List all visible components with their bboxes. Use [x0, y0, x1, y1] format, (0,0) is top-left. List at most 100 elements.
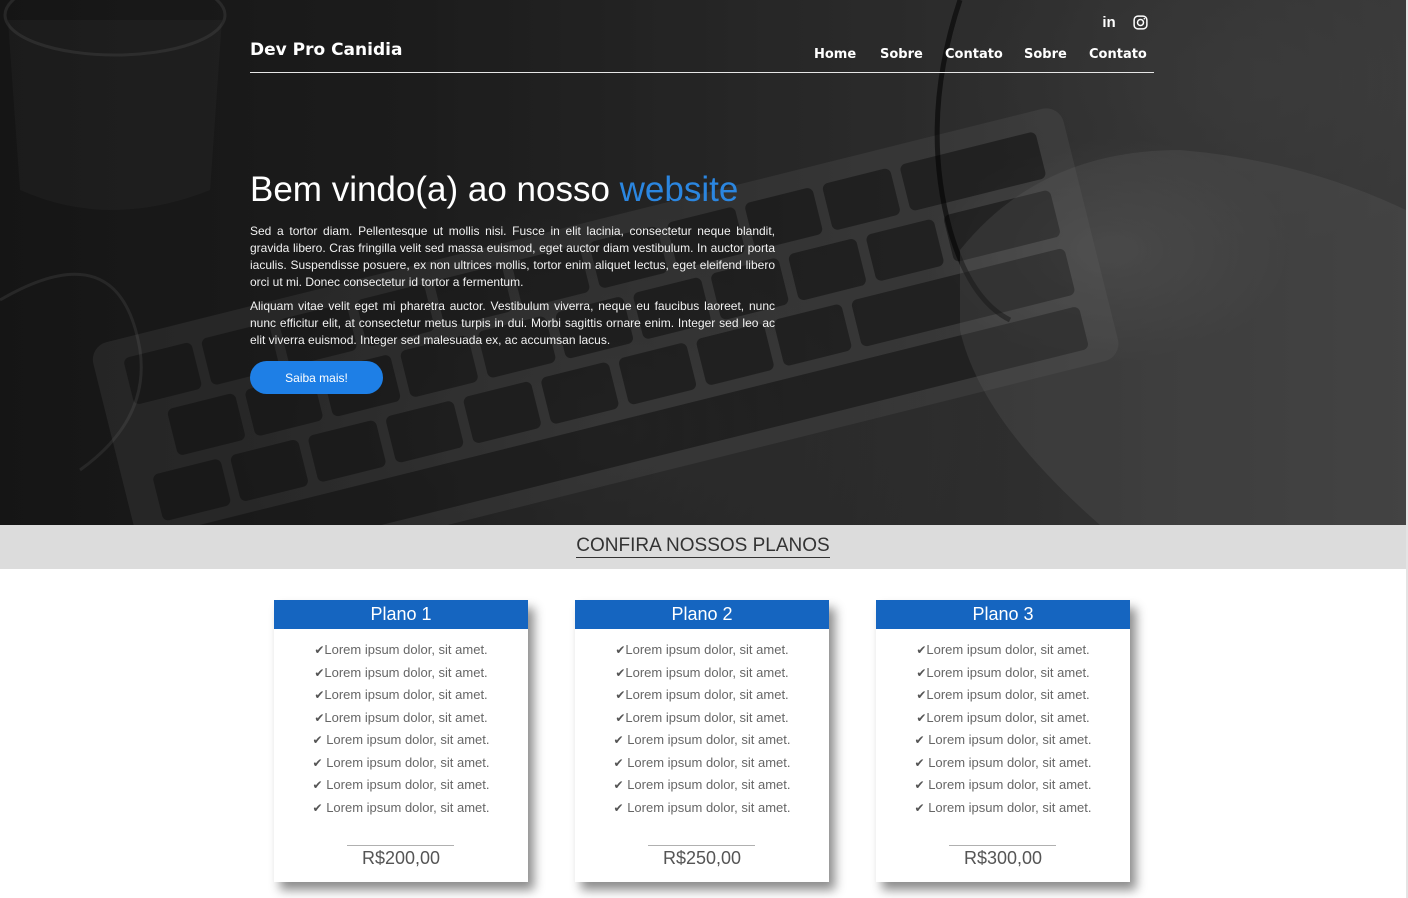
feature-text: Lorem ipsum dolor, sit amet. — [926, 709, 1090, 725]
price-divider — [347, 845, 454, 846]
brand-logo[interactable]: Dev Pro Canidia — [250, 40, 402, 60]
plan-feature: ✔ Lorem ipsum dolor, sit amet. — [876, 798, 1130, 821]
feature-text: Lorem ipsum dolor, sit amet. — [623, 777, 791, 792]
check-icon: ✔ — [314, 665, 325, 680]
feature-text: Lorem ipsum dolor, sit amet. — [324, 664, 488, 680]
plan-feature: ✔Lorem ipsum dolor, sit amet. — [575, 663, 829, 686]
check-icon: ✔ — [613, 755, 624, 770]
plan-feature: ✔Lorem ipsum dolor, sit amet. — [876, 685, 1130, 708]
plan-feature: ✔Lorem ipsum dolor, sit amet. — [274, 685, 528, 708]
feature-text: Lorem ipsum dolor, sit amet. — [625, 687, 789, 702]
feature-text: Lorem ipsum dolor, sit amet. — [924, 777, 1092, 792]
hero-title-accent: website — [619, 170, 739, 209]
plan-feature: ✔ Lorem ipsum dolor, sit amet. — [274, 798, 528, 821]
plan-feature: ✔Lorem ipsum dolor, sit amet. — [274, 663, 528, 686]
feature-text: Lorem ipsum dolor, sit amet. — [322, 754, 490, 770]
feature-text: Lorem ipsum dolor, sit amet. — [926, 687, 1090, 702]
check-icon: ✔ — [914, 800, 925, 815]
check-icon: ✔ — [613, 800, 624, 815]
instagram-icon[interactable] — [1130, 12, 1150, 32]
hero-title-main: Bem vindo(a) ao nosso — [250, 170, 620, 209]
feature-text: Lorem ipsum dolor, sit amet. — [926, 642, 1090, 657]
plan-feature: ✔ Lorem ipsum dolor, sit amet. — [575, 753, 829, 776]
plan-feature-list: ✔Lorem ipsum dolor, sit amet. ✔Lorem ips… — [575, 640, 829, 820]
nav-sobre[interactable]: Sobre — [880, 47, 923, 62]
check-icon: ✔ — [312, 733, 323, 747]
feature-text: Lorem ipsum dolor, sit amet. — [625, 664, 789, 680]
feature-text: Lorem ipsum dolor, sit amet. — [924, 754, 1092, 770]
check-icon: ✔ — [314, 643, 325, 657]
check-icon: ✔ — [914, 733, 925, 747]
check-icon: ✔ — [615, 710, 626, 725]
plan-card-2: Plano 2 ✔Lorem ipsum dolor, sit amet. ✔L… — [575, 600, 829, 882]
plan-card-header: Plano 3 — [876, 600, 1130, 629]
plans-title: CONFIRA NOSSOS PLANOS — [0, 535, 1406, 558]
check-icon: ✔ — [916, 665, 927, 680]
check-icon: ✔ — [916, 710, 927, 725]
plan-feature: ✔ Lorem ipsum dolor, sit amet. — [876, 753, 1130, 776]
feature-text: Lorem ipsum dolor, sit amet. — [623, 732, 791, 747]
plan-card-header: Plano 1 — [274, 600, 528, 629]
nav-sobre-2[interactable]: Sobre — [1024, 47, 1067, 62]
plan-feature: ✔ Lorem ipsum dolor, sit amet. — [575, 775, 829, 798]
check-icon: ✔ — [615, 688, 626, 702]
check-icon: ✔ — [615, 643, 626, 657]
plans-title-text: CONFIRA NOSSOS PLANOS — [576, 535, 830, 558]
plan-price: R$200,00 — [361, 848, 441, 868]
plan-feature: ✔ Lorem ipsum dolor, sit amet. — [274, 753, 528, 776]
plan-feature: ✔ Lorem ipsum dolor, sit amet. — [575, 730, 829, 753]
check-icon: ✔ — [615, 665, 626, 680]
feature-text: Lorem ipsum dolor, sit amet. — [926, 664, 1090, 680]
plan-feature: ✔Lorem ipsum dolor, sit amet. — [575, 640, 829, 663]
feature-text: Lorem ipsum dolor, sit amet. — [625, 642, 789, 657]
plan-feature-list: ✔Lorem ipsum dolor, sit amet. ✔Lorem ips… — [876, 640, 1130, 820]
check-icon: ✔ — [916, 643, 927, 657]
header-divider — [250, 72, 1154, 73]
feature-text: Lorem ipsum dolor, sit amet. — [623, 799, 791, 815]
plan-feature: ✔Lorem ipsum dolor, sit amet. — [876, 708, 1130, 731]
check-icon: ✔ — [914, 778, 925, 792]
check-icon: ✔ — [312, 800, 323, 815]
plan-feature: ✔ Lorem ipsum dolor, sit amet. — [274, 730, 528, 753]
plan-feature: ✔ Lorem ipsum dolor, sit amet. — [876, 730, 1130, 753]
nav-contato-2[interactable]: Contato — [1089, 47, 1147, 62]
plan-feature: ✔Lorem ipsum dolor, sit amet. — [274, 708, 528, 731]
feature-text: Lorem ipsum dolor, sit amet. — [324, 687, 488, 702]
saiba-mais-button[interactable]: Saiba mais! — [250, 361, 383, 394]
instagram-glyph — [1132, 14, 1148, 30]
plan-feature: ✔ Lorem ipsum dolor, sit amet. — [274, 775, 528, 798]
linkedin-icon[interactable]: in — [1099, 12, 1119, 32]
check-icon: ✔ — [314, 710, 325, 725]
plan-card-3: Plano 3 ✔Lorem ipsum dolor, sit amet. ✔L… — [876, 600, 1130, 882]
hero-section: Dev Pro Canidia in Home Sobre Contato So… — [0, 0, 1406, 525]
hero-paragraph-1: Sed a tortor diam. Pellentesque ut molli… — [250, 224, 775, 289]
nav-home[interactable]: Home — [814, 47, 856, 62]
feature-text: Lorem ipsum dolor, sit amet. — [924, 732, 1092, 747]
feature-text: Lorem ipsum dolor, sit amet. — [322, 799, 490, 815]
plans-band: CONFIRA NOSSOS PLANOS — [0, 525, 1406, 569]
hero-paragraph-2: Aliquam vitae velit eget mi pharetra auc… — [250, 299, 775, 347]
check-icon: ✔ — [916, 688, 927, 702]
check-icon: ✔ — [914, 755, 925, 770]
feature-text: Lorem ipsum dolor, sit amet. — [625, 709, 789, 725]
plan-feature: ✔Lorem ipsum dolor, sit amet. — [274, 640, 528, 663]
feature-text: Lorem ipsum dolor, sit amet. — [324, 642, 488, 657]
hero-title: Bem vindo(a) ao nosso website — [250, 170, 738, 210]
plan-feature: ✔Lorem ipsum dolor, sit amet. — [575, 685, 829, 708]
plan-price: R$250,00 — [662, 848, 742, 868]
price-divider — [648, 845, 755, 846]
plan-feature: ✔Lorem ipsum dolor, sit amet. — [575, 708, 829, 731]
feature-text: Lorem ipsum dolor, sit amet. — [324, 709, 488, 725]
check-icon: ✔ — [613, 778, 624, 792]
plan-feature-list: ✔Lorem ipsum dolor, sit amet. ✔Lorem ips… — [274, 640, 528, 820]
plan-card-1: Plano 1 ✔Lorem ipsum dolor, sit amet. ✔L… — [274, 600, 528, 882]
check-icon: ✔ — [312, 778, 323, 792]
nav-contato[interactable]: Contato — [945, 47, 1003, 62]
feature-text: Lorem ipsum dolor, sit amet. — [623, 754, 791, 770]
price-divider — [949, 845, 1056, 846]
plan-price: R$300,00 — [963, 848, 1043, 868]
plan-feature: ✔Lorem ipsum dolor, sit amet. — [876, 640, 1130, 663]
check-icon: ✔ — [314, 688, 325, 702]
feature-text: Lorem ipsum dolor, sit amet. — [322, 777, 490, 792]
feature-text: Lorem ipsum dolor, sit amet. — [322, 732, 490, 747]
